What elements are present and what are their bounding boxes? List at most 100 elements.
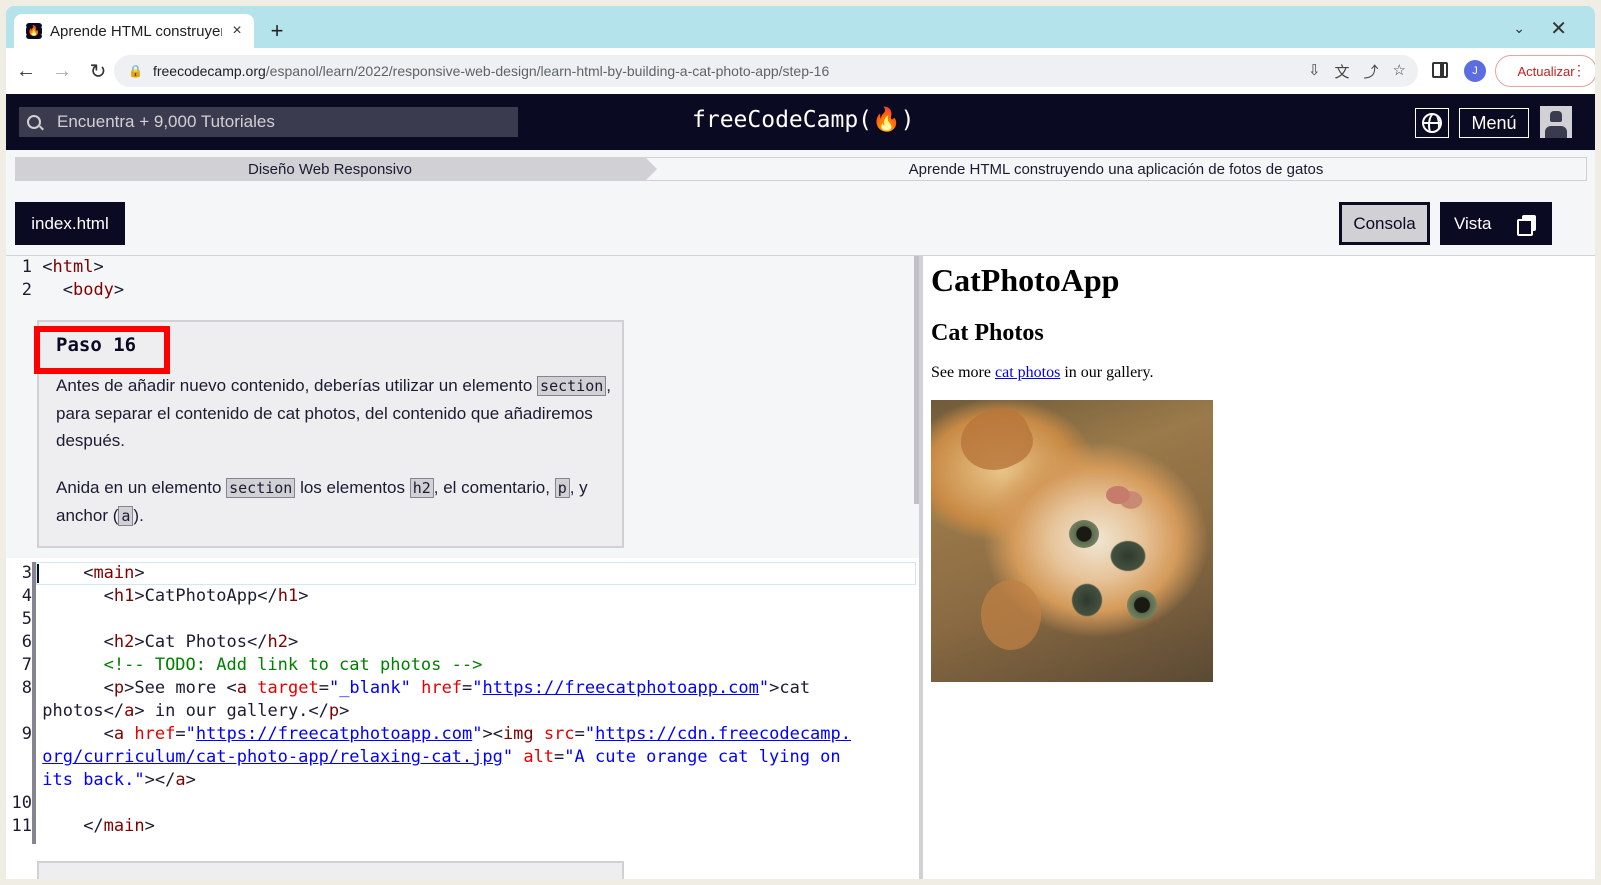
code-line[interactable]: 11 </main> xyxy=(6,815,155,838)
code-editor[interactable]: 1 <html> 2 <body> Paso 16 Antes de añadi… xyxy=(6,256,919,879)
file-tab-index-html[interactable]: index.html xyxy=(15,202,125,245)
code-line[interactable]: 3 <main> xyxy=(6,562,145,585)
url-domain: freecodecamp.org xyxy=(152,63,266,79)
inline-code: p xyxy=(554,478,570,498)
line-number: 4 xyxy=(21,586,32,606)
fcc-navbar: freeCodeCamp(🔥) Menú xyxy=(6,94,1595,150)
tab-close-icon[interactable]: × xyxy=(228,22,246,40)
code-text: CatPhotoApp xyxy=(144,586,258,606)
forward-arrow-icon[interactable]: → xyxy=(46,55,78,87)
side-panel-icon[interactable] xyxy=(1432,62,1448,78)
code-link[interactable]: org/curriculum/cat-photo-app/relaxing-ca… xyxy=(42,747,503,767)
breadcrumb-block[interactable]: Aprende HTML construyendo una aplicación… xyxy=(645,157,1587,181)
breadcrumb: Diseño Web Responsivo Aprende HTML const… xyxy=(15,157,1587,181)
text: ). xyxy=(133,506,144,525)
share-icon[interactable]: ⤴ xyxy=(1364,61,1379,82)
search-bar[interactable] xyxy=(19,107,518,137)
cat-eye xyxy=(1127,590,1157,620)
install-icon[interactable]: ⇩ xyxy=(1308,61,1321,82)
language-button[interactable] xyxy=(1415,108,1449,138)
hint-box-edge xyxy=(37,861,624,879)
code-tag: html xyxy=(52,257,94,277)
text: los elementos xyxy=(295,478,410,497)
line-number: 8 xyxy=(21,678,32,698)
code-line[interactable]: org/curriculum/cat-photo-app/relaxing-ca… xyxy=(6,746,840,769)
step-paragraph-2: Anida en un elemento section los element… xyxy=(56,474,616,530)
update-button[interactable]: Actualizar ⋮ xyxy=(1495,55,1595,87)
inline-code: section xyxy=(537,376,607,396)
code-line[interactable]: 7 <!-- TODO: Add link to cat photos --> xyxy=(6,654,483,677)
tab-strip: (🔥) Aprende HTML construyendo una × + ⌄ … xyxy=(6,6,1595,48)
preview-button[interactable]: Vista xyxy=(1440,202,1552,245)
avatar-head-icon xyxy=(1550,111,1562,122)
code-line[interactable]: 4 <h1>CatPhotoApp</h1> xyxy=(6,585,309,608)
preview-pane: CatPhotoApp Cat Photos See more cat phot… xyxy=(923,256,1595,879)
code-text: See more xyxy=(134,678,227,698)
code-text: photos xyxy=(42,701,104,721)
line-number: 3 xyxy=(21,563,32,583)
breadcrumb-superblock[interactable]: Diseño Web Responsivo xyxy=(15,157,657,181)
avatar-body-icon xyxy=(1545,126,1567,138)
code-value: its back." xyxy=(42,770,145,790)
code-line[interactable]: 5 xyxy=(6,608,32,631)
step-description: Paso 16 Antes de añadir nuevo contenido,… xyxy=(34,320,624,548)
line-number: 7 xyxy=(21,655,32,675)
code-comment: <!-- TODO: Add link to cat photos --> xyxy=(103,655,483,675)
search-input[interactable] xyxy=(57,112,457,132)
browser-window: (🔥) Aprende HTML construyendo una × + ⌄ … xyxy=(6,6,1595,879)
code-link[interactable]: https://freecatphotoapp.com xyxy=(196,724,472,744)
new-tab-button[interactable]: + xyxy=(264,18,290,44)
cat-photos-link[interactable]: cat photos xyxy=(995,364,1060,381)
cat-paw xyxy=(981,580,1041,650)
fcc-logo[interactable]: freeCodeCamp(🔥) xyxy=(692,106,915,133)
window-close-icon[interactable]: ✕ xyxy=(1550,16,1567,41)
translate-icon[interactable]: 文 xyxy=(1335,61,1350,82)
profile-avatar[interactable]: J xyxy=(1464,60,1486,82)
code-line[interactable]: 9 <a href="https://freecatphotoapp.com">… xyxy=(6,723,851,746)
line-number: 1 xyxy=(21,257,32,277)
popout-icon[interactable] xyxy=(1517,215,1536,236)
menu-button[interactable]: Menú xyxy=(1459,108,1529,138)
code-link[interactable]: https://freecatphotoapp.com xyxy=(483,678,759,698)
code-line[interactable]: its back."></a> xyxy=(6,769,196,792)
tab-search-chevron-icon[interactable]: ⌄ xyxy=(1513,20,1525,37)
text: Antes de añadir nuevo contenido, debería… xyxy=(56,376,538,395)
bookmark-star-icon[interactable]: ☆ xyxy=(1393,61,1406,82)
user-avatar[interactable] xyxy=(1540,106,1572,138)
console-button[interactable]: Consola xyxy=(1339,202,1430,245)
browser-tab[interactable]: (🔥) Aprende HTML construyendo una × xyxy=(14,14,254,48)
code-tag: main xyxy=(103,816,145,836)
inline-code: section xyxy=(226,478,296,498)
browser-toolbar: ← → ↻ 🔒 freecodecamp.org/espanol/learn/2… xyxy=(6,48,1595,94)
code-line: 2 <body> xyxy=(6,279,124,302)
code-text: Cat Photos xyxy=(144,632,247,652)
text: Anida en un elemento xyxy=(56,478,227,497)
active-line-highlight xyxy=(36,562,916,585)
code-line[interactable]: 6 <h2>Cat Photos</h2> xyxy=(6,631,298,654)
more-menu-icon[interactable]: ⋮ xyxy=(1572,62,1586,79)
inline-code: a xyxy=(118,506,134,526)
preview-paragraph: See more cat photos in our gallery. xyxy=(931,364,1153,382)
cat-photo-image[interactable] xyxy=(931,400,1213,682)
fcc-page: freeCodeCamp(🔥) Menú Diseño Web Responsi… xyxy=(6,94,1595,879)
line-number: 11 xyxy=(11,816,32,836)
preview-label: Vista xyxy=(1454,213,1492,233)
back-arrow-icon[interactable]: ← xyxy=(10,55,42,87)
code-value: "_blank" xyxy=(328,678,411,698)
line-number: 2 xyxy=(21,280,32,300)
address-bar[interactable]: 🔒 freecodecamp.org/espanol/learn/2022/re… xyxy=(114,55,1418,87)
code-line[interactable]: 8 <p>See more <a target="_blank" href="h… xyxy=(6,677,810,700)
omnibox-actions: ⇩ 文 ⤴ ☆ xyxy=(1308,61,1406,82)
code-line[interactable]: photos</a> in our gallery.</p> xyxy=(6,700,349,723)
search-icon xyxy=(27,115,41,129)
update-label: Actualizar xyxy=(1517,63,1575,79)
text: , el comentario, xyxy=(433,478,555,497)
code-line[interactable]: 10 xyxy=(6,792,32,815)
text: in our gallery. xyxy=(1060,364,1154,381)
step-paragraph-1: Antes de añadir nuevo contenido, debería… xyxy=(56,372,616,454)
cat-eye xyxy=(1069,520,1099,548)
url-path: /espanol/learn/2022/responsive-web-desig… xyxy=(265,63,830,79)
code-line: 1 <html> xyxy=(6,256,104,279)
code-link[interactable]: https://cdn.freecodecamp. xyxy=(595,724,851,744)
reload-icon[interactable]: ↻ xyxy=(82,55,114,87)
